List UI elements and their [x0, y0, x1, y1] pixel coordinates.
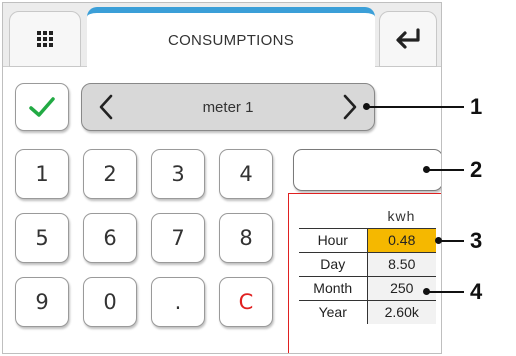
enter-return-icon: [396, 28, 420, 49]
key-3[interactable]: 3: [151, 149, 205, 199]
row-label-month: Month: [299, 275, 368, 300]
row-value-hour: 0.48: [367, 227, 436, 252]
back-button[interactable]: [379, 11, 437, 67]
table-row: Hour 0.48: [299, 227, 436, 252]
table-header-blank: [299, 204, 367, 228]
row-label-year: Year: [299, 299, 368, 324]
key-5[interactable]: 5: [15, 213, 69, 263]
row-label-day: Day: [299, 251, 368, 276]
confirm-button[interactable]: [15, 83, 69, 131]
key-decimal[interactable]: .: [151, 277, 205, 327]
table-unit-header: kwh: [387, 207, 416, 224]
meter-label: meter 1: [202, 98, 254, 116]
key-7[interactable]: 7: [151, 213, 205, 263]
row-value-year: 2.60k: [367, 299, 436, 324]
key-0[interactable]: 0: [83, 277, 137, 327]
key-4[interactable]: 4: [219, 149, 273, 199]
header-bar: CONSUMPTIONS: [3, 3, 441, 67]
check-icon: [29, 97, 55, 117]
table-row: Year 2.60k: [299, 299, 436, 324]
key-clear[interactable]: C: [219, 277, 273, 327]
callout-number-2: 2: [470, 157, 483, 182]
next-meter-button[interactable]: [338, 91, 362, 123]
prev-meter-button[interactable]: [94, 91, 118, 123]
grid-menu-icon: [37, 31, 53, 47]
callout-line-1: [366, 106, 464, 108]
menu-button[interactable]: [9, 11, 81, 67]
table-row: Day 8.50: [299, 251, 436, 276]
row-value-day: 8.50: [367, 251, 436, 276]
chevron-right-icon: [343, 94, 357, 120]
table-row: Month 250: [299, 275, 436, 300]
callout-number-1: 1: [470, 94, 483, 119]
chevron-left-icon: [99, 94, 113, 120]
page-title: CONSUMPTIONS: [167, 31, 295, 49]
callout-number-4: 4: [470, 279, 483, 304]
callout-number-3: 3: [470, 228, 483, 253]
row-label-hour: Hour: [299, 227, 368, 252]
meter-selector: meter 1: [81, 83, 375, 131]
tab-consumptions[interactable]: CONSUMPTIONS: [87, 7, 375, 67]
callout-line-2: [426, 169, 464, 171]
consumption-table-panel: kwh Hour 0.48 Day 8.50 Month 250 Year 2.…: [288, 193, 441, 353]
key-1[interactable]: 1: [15, 149, 69, 199]
callout-line-4: [426, 291, 464, 293]
value-input[interactable]: [293, 149, 441, 191]
key-6[interactable]: 6: [83, 213, 137, 263]
consumption-table: kwh Hour 0.48 Day 8.50 Month 250 Year 2.…: [299, 204, 436, 324]
key-8[interactable]: 8: [219, 213, 273, 263]
callout-line-3: [438, 240, 464, 242]
key-9[interactable]: 9: [15, 277, 69, 327]
key-2[interactable]: 2: [83, 149, 137, 199]
device-screen: CONSUMPTIONS meter 1 1 2 3 4 5 6 7 8 9 0…: [2, 2, 442, 354]
